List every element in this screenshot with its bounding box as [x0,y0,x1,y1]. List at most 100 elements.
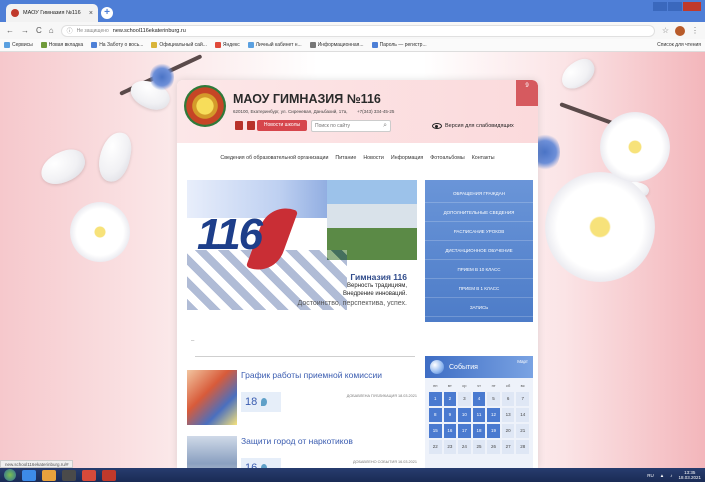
main-menu-item[interactable]: Информация [391,155,423,161]
profile-avatar[interactable] [675,25,685,36]
star-icon[interactable]: ☆ [662,26,669,35]
calendar-day[interactable]: 6 [501,392,515,406]
side-menu-item[interactable]: ПРИЕМ В 1 КЛАСС [425,279,533,298]
main-menu-item[interactable]: Фотоальбомы [430,155,464,161]
calendar-day[interactable]: 25 [472,440,486,454]
bookmark-label: Яндекс [222,42,240,48]
language-indicator[interactable]: RU [647,473,654,478]
network-icon[interactable]: ▲ [660,473,664,478]
calendar-day[interactable]: 21 [516,424,529,438]
news-date: 16 [241,458,281,468]
calendar-day[interactable]: 14 [516,408,529,422]
media-app-icon[interactable] [62,469,76,481]
start-button[interactable] [4,469,16,481]
news-thumbnail[interactable] [187,370,237,425]
main-menu-item[interactable]: Новости [363,155,384,161]
main-menu-item[interactable]: Контакты [472,155,495,161]
school-emblem-logo[interactable] [184,85,226,127]
reload-icon[interactable]: C [36,26,42,35]
bookmark-item[interactable]: Яндекс [214,42,240,48]
calendar-day[interactable]: 26 [487,440,500,454]
calendar-day[interactable]: 24 [458,440,471,454]
side-menu-item[interactable]: ДИСТАНЦИОННОЕ ОБУЧЕНИЕ [425,241,533,260]
news-title[interactable]: Защити город от наркотиков [241,436,353,446]
clock[interactable]: 13:35 18.03.2021 [678,470,701,480]
search-input[interactable] [315,123,384,129]
calendar-day[interactable]: 27 [501,440,515,454]
url-text[interactable]: new.school116ekaterinburg.ru [113,28,186,34]
calendar-day[interactable]: 28 [516,440,529,454]
calendar-day[interactable]: 7 [516,392,529,406]
info-icon[interactable]: ⓘ [67,26,73,35]
news-item[interactable]: Защити город от наркотиков 16 ДОБАВЛЕНО СО… [187,436,417,468]
corner-tag[interactable]: 9 [516,80,538,106]
calendar-day[interactable]: 8 [429,408,442,422]
bookmark-item[interactable]: На Заботу о вось... [91,42,143,48]
bookmark-item[interactable]: Личный кабинет н... [247,42,302,48]
flower-decoration [545,172,655,282]
browser-tab[interactable]: МАОУ Гимназия №116 × [6,4,98,22]
back-icon[interactable]: ← [6,26,14,35]
new-tab-button[interactable]: + [101,7,113,19]
calendar-day[interactable]: 5 [487,392,500,406]
bookmark-item[interactable]: Новая вкладка [40,42,84,48]
minimize-button[interactable] [653,2,667,11]
chrome-app-icon[interactable] [82,469,96,481]
menu-dots-icon[interactable]: ⋮ [691,26,699,35]
bookmark-item[interactable]: Сервисы [4,42,33,48]
calendar-day[interactable]: 9 [443,408,457,422]
news-date: 18 [241,392,281,412]
calendar-day[interactable]: 16 [443,424,457,438]
maximize-button[interactable] [668,2,682,11]
calendar-day[interactable]: 1 [429,392,442,406]
main-menu-item[interactable]: Сведения об образовательной организации [220,155,328,161]
coat-of-arms-icon[interactable] [247,121,255,130]
close-window-button[interactable] [683,2,701,11]
calendar-day[interactable]: 20 [501,424,515,438]
calendar-day[interactable]: 19 [487,424,500,438]
calendar-day[interactable]: 15 [429,424,442,438]
side-menu-item[interactable]: ЗАПИСЬ [425,298,533,317]
calendar-day[interactable]: 4 [472,392,486,406]
forward-icon[interactable]: → [21,26,29,35]
calendar-day[interactable]: 11 [472,408,486,422]
hero-banner[interactable]: 116 Гимназия 116 Верность традициям, Вне… [187,180,417,320]
ie-app-icon[interactable] [22,469,36,481]
school-news-button[interactable]: Новости школы [257,120,307,131]
news-title[interactable]: График работы приемной комиссии [241,370,382,380]
bookmark-item[interactable]: Официальный сай... [151,42,207,48]
bookmark-label: На Заботу о вось... [99,42,144,48]
pdf-app-icon[interactable] [102,469,116,481]
flag-icon[interactable] [235,121,243,130]
volume-icon[interactable]: ♪ [670,473,672,478]
school-name[interactable]: МАОУ ГИМНАЗИЯ №116 [233,92,381,106]
calendar-day[interactable]: 18 [472,424,486,438]
home-icon[interactable]: ⌂ [49,26,54,35]
bookmark-item[interactable]: Информационная... [309,42,364,48]
omnibox[interactable]: ⓘ Не защищено new.school116ekaterinburg.… [60,24,655,37]
calendar-day[interactable]: 12 [487,408,500,422]
calendar-day[interactable]: 2 [443,392,457,406]
explorer-app-icon[interactable] [42,469,56,481]
side-menu-item[interactable]: ОБРАЩЕНИЯ ГРАЖДАН [425,184,533,203]
calendar-day[interactable]: 17 [458,424,471,438]
visually-impaired-link[interactable]: Версия для слабовидящих [432,123,514,129]
calendar-day[interactable]: 13 [501,408,515,422]
bookmark-label: Новая вкладка [48,42,84,48]
news-thumbnail[interactable] [187,436,237,468]
calendar-day[interactable]: 23 [443,440,457,454]
side-menu-item[interactable]: ДОПОЛНИТЕЛЬНЫЕ СВЕДЕНИЯ [425,203,533,222]
main-menu-item[interactable]: Питание [335,155,356,161]
calendar-day[interactable]: 10 [458,408,471,422]
bookmark-item[interactable]: Пароль — регистр... [371,42,427,48]
favicon-icon [11,9,19,17]
search-icon[interactable]: ⌕ [383,122,387,130]
reading-list-link[interactable]: Список для чтения [657,42,701,48]
side-menu-item[interactable]: РАСПИСАНИЕ УРОКОВ [425,222,533,241]
calendar-month[interactable]: Март [517,359,528,364]
calendar-day[interactable]: 3 [458,392,471,406]
side-menu-item[interactable]: ПРИЕМ В 10 КЛАСС [425,260,533,279]
news-item[interactable]: График работы приемной комиссии 18 ДОБАВЛЕ… [187,370,417,425]
tab-close-icon[interactable]: × [89,10,93,17]
calendar-day[interactable]: 22 [429,440,442,454]
